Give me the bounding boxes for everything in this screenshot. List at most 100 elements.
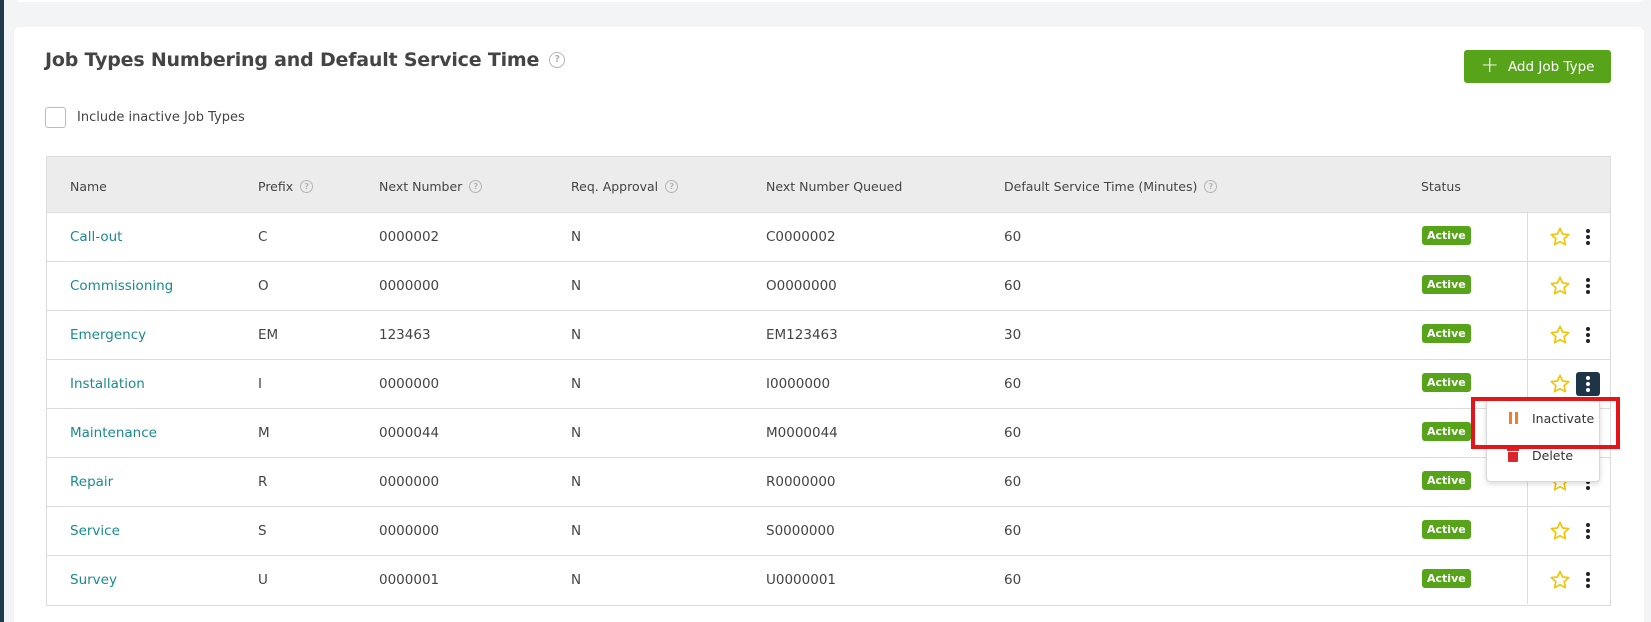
more-options-icon[interactable] (1576, 225, 1600, 249)
service-time-cell: 60 (1004, 425, 1022, 441)
service-time-cell: 60 (1004, 376, 1022, 392)
job-type-name-link[interactable]: Survey (70, 572, 117, 588)
job-type-name-link[interactable]: Maintenance (70, 425, 157, 441)
req-approval-cell: N (571, 376, 582, 392)
next-number-queued-cell: U0000001 (766, 572, 837, 588)
column-header-prefix[interactable]: Prefix ? (258, 179, 314, 194)
next-number-cell: 0000000 (379, 278, 440, 294)
column-req-approval-label: Req. Approval (571, 179, 659, 194)
job-types-table: Name Prefix ? Next Number ? Req. Approva… (46, 156, 1611, 606)
more-options-icon[interactable] (1576, 274, 1600, 298)
column-header-status[interactable]: Status (1421, 179, 1461, 194)
more-options-icon[interactable] (1576, 323, 1600, 347)
status-badge: Active (1422, 226, 1471, 245)
prefix-cell: O (258, 278, 269, 294)
prefix-cell: I (258, 376, 262, 392)
trash-icon (1505, 448, 1521, 462)
service-time-cell: 60 (1004, 572, 1022, 588)
column-header-next-number-queued[interactable]: Next Number Queued (766, 179, 902, 194)
req-approval-cell: N (571, 523, 582, 539)
table-row: Commissioning O 0000000 N O0000000 60 Active (47, 262, 1610, 311)
status-badge: Active (1422, 275, 1471, 294)
include-inactive-checkbox[interactable] (45, 107, 66, 128)
delete-label: Delete (1532, 447, 1574, 463)
next-number-queued-cell: R0000000 (766, 474, 836, 490)
next-number-cell: 0000000 (379, 376, 440, 392)
next-number-cell: 0000002 (379, 229, 440, 245)
table-row: Emergency EM 123463 N EM123463 30 Active (47, 311, 1610, 360)
req-approval-cell: N (571, 229, 582, 245)
more-options-icon[interactable] (1576, 568, 1600, 592)
prefix-cell: S (258, 523, 267, 539)
column-next-number-label: Next Number (379, 179, 463, 194)
job-type-name-link[interactable]: Repair (70, 474, 113, 490)
next-number-cell: 0000044 (379, 425, 440, 441)
next-number-queued-cell: S0000000 (766, 523, 835, 539)
req-approval-cell: N (571, 278, 582, 294)
plus-icon: + (1480, 52, 1499, 78)
help-icon[interactable]: ? (300, 180, 314, 193)
column-header-req-approval[interactable]: Req. Approval ? (571, 179, 679, 194)
star-icon[interactable] (1549, 520, 1571, 542)
page-title: Job Types Numbering and Default Service … (45, 49, 540, 71)
table-row: Repair R 0000000 N R0000000 60 Active (47, 458, 1610, 507)
previous-card (14, 0, 1644, 2)
help-icon[interactable]: ? (1204, 180, 1218, 193)
status-badge: Active (1422, 422, 1471, 441)
help-icon[interactable]: ? (469, 180, 483, 193)
help-icon[interactable]: ? (665, 180, 679, 193)
star-icon[interactable] (1549, 569, 1571, 591)
req-approval-cell: N (571, 425, 582, 441)
job-type-name-link[interactable]: Emergency (70, 327, 146, 343)
column-header-default-service-time[interactable]: Default Service Time (Minutes) ? (1004, 179, 1218, 194)
service-time-cell: 60 (1004, 278, 1022, 294)
job-type-name-link[interactable]: Service (70, 523, 120, 539)
column-status-label: Status (1421, 179, 1461, 194)
add-job-type-button[interactable]: + Add Job Type (1464, 50, 1611, 83)
status-badge: Active (1422, 569, 1471, 588)
table-body: Call-out C 0000002 N C0000002 60 Active Commiss… (47, 213, 1610, 605)
row-actions-cell (1527, 507, 1612, 555)
table-row: Survey U 0000001 N U0000001 60 Active (47, 556, 1610, 605)
prefix-cell: M (258, 425, 270, 441)
next-number-queued-cell: I0000000 (766, 376, 831, 392)
add-job-type-label: Add Job Type (1507, 58, 1595, 75)
header: Job Types Numbering and Default Service … (45, 49, 566, 71)
table-row: Call-out C 0000002 N C0000002 60 Active (47, 213, 1610, 262)
next-number-cell: 0000001 (379, 572, 440, 588)
prefix-cell: U (258, 572, 268, 588)
more-options-icon[interactable] (1576, 372, 1600, 396)
more-options-icon[interactable] (1576, 519, 1600, 543)
next-number-cell: 0000000 (379, 523, 440, 539)
next-number-queued-cell: C0000002 (766, 229, 836, 245)
next-number-queued-cell: EM123463 (766, 327, 838, 343)
job-type-name-link[interactable]: Installation (70, 376, 145, 392)
column-header-next-number[interactable]: Next Number ? (379, 179, 483, 194)
include-inactive-row: Include inactive Job Types (45, 107, 245, 128)
job-type-name-link[interactable]: Commissioning (70, 278, 173, 294)
table-row: Installation I 0000000 N I0000000 60 Active (47, 360, 1610, 409)
left-edge-bar (0, 0, 4, 622)
req-approval-cell: N (571, 572, 582, 588)
job-type-name-link[interactable]: Call-out (70, 229, 122, 245)
column-default-service-time-label: Default Service Time (Minutes) (1004, 179, 1198, 194)
help-icon[interactable]: ? (549, 52, 566, 68)
prefix-cell: EM (258, 327, 279, 343)
service-time-cell: 60 (1004, 474, 1022, 490)
row-actions-cell (1527, 262, 1612, 310)
column-header-name[interactable]: Name (70, 179, 107, 194)
star-icon[interactable] (1549, 324, 1571, 346)
next-number-queued-cell: O0000000 (766, 278, 837, 294)
star-icon[interactable] (1549, 226, 1571, 248)
next-number-cell: 0000000 (379, 474, 440, 490)
column-prefix-label: Prefix (258, 179, 294, 194)
include-inactive-label[interactable]: Include inactive Job Types (77, 110, 245, 125)
star-icon[interactable] (1549, 373, 1571, 395)
prefix-cell: C (258, 229, 268, 245)
next-number-queued-cell: M0000044 (766, 425, 838, 441)
highlight-box (1471, 397, 1620, 449)
service-time-cell: 60 (1004, 523, 1022, 539)
status-badge: Active (1422, 471, 1471, 490)
star-icon[interactable] (1549, 275, 1571, 297)
table-header: Name Prefix ? Next Number ? Req. Approva… (47, 157, 1610, 213)
